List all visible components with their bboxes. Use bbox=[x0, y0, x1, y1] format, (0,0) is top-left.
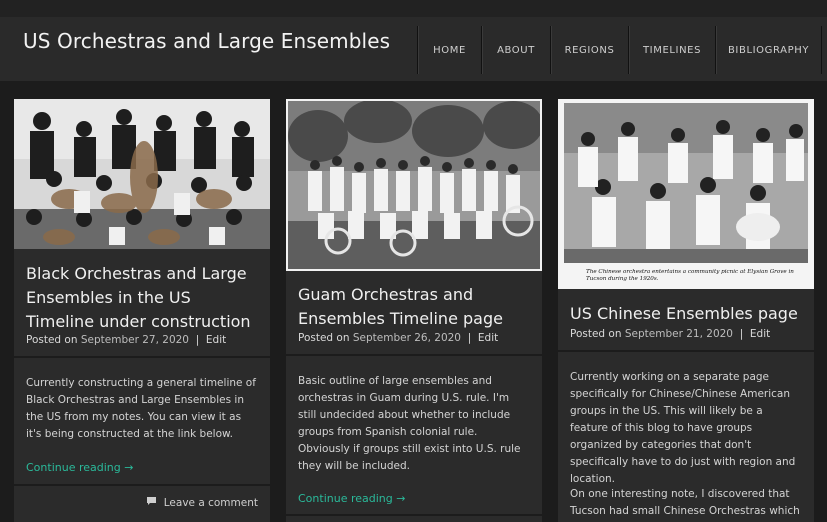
post-excerpt-continued: On one interesting note, I discovered th… bbox=[570, 488, 800, 517]
nav-bibliography[interactable]: BIBLIOGRAPHY bbox=[715, 26, 822, 74]
meta-separator: | bbox=[195, 334, 200, 346]
main-nav: HOME ABOUT REGIONS TIMELINES BIBLIOGRAPH… bbox=[417, 26, 822, 74]
post-card-chinese-ensembles: The Chinese orchestra entertains a commu… bbox=[558, 99, 814, 522]
leave-comment-label: Leave a comment bbox=[163, 496, 258, 509]
post-title[interactable]: US Chinese Ensembles page bbox=[570, 302, 804, 326]
post-excerpt: Currently working on a separate page spe… bbox=[570, 371, 796, 485]
meta-separator: | bbox=[739, 328, 744, 340]
nav-regions[interactable]: REGIONS bbox=[550, 26, 628, 74]
post-title[interactable]: Guam Orchestras and Ensembles Timeline p… bbox=[298, 283, 532, 331]
divider bbox=[286, 354, 542, 356]
continue-reading-link[interactable]: Continue reading → bbox=[26, 461, 133, 474]
posted-on-label: Posted on bbox=[26, 334, 78, 346]
posted-on-label: Posted on bbox=[570, 328, 622, 340]
post-date[interactable]: September 27, 2020 bbox=[81, 334, 189, 346]
post-excerpt: Basic outline of large ensembles and orc… bbox=[298, 375, 521, 472]
post-image[interactable] bbox=[286, 99, 542, 271]
site-title[interactable]: US Orchestras and Large Ensembles bbox=[23, 29, 390, 53]
image-caption-line: Tucson during the 1920s. bbox=[586, 276, 659, 282]
post-image[interactable]: The Chinese orchestra entertains a commu… bbox=[558, 99, 814, 289]
posted-on-label: Posted on bbox=[298, 332, 350, 344]
edit-link[interactable]: Edit bbox=[478, 332, 498, 344]
post-image[interactable] bbox=[14, 99, 270, 249]
image-caption: The Chinese orchestra entertains a commu… bbox=[586, 269, 794, 283]
leave-comment-link[interactable]: Leave a comment bbox=[146, 496, 258, 509]
post-title[interactable]: Black Orchestras and Large Ensembles in … bbox=[26, 262, 260, 334]
post-card-guam-orchestras: Guam Orchestras and Ensembles Timeline p… bbox=[286, 99, 542, 522]
post-meta: Posted on September 27, 2020 | Edit bbox=[26, 334, 226, 346]
post-excerpt: Currently constructing a general timelin… bbox=[26, 377, 256, 440]
post-date[interactable]: September 26, 2020 bbox=[353, 332, 461, 344]
divider bbox=[558, 350, 814, 352]
site-header: US Orchestras and Large Ensembles HOME A… bbox=[0, 17, 827, 81]
nav-timelines[interactable]: TIMELINES bbox=[628, 26, 715, 74]
meta-separator: | bbox=[467, 332, 472, 344]
post-meta: Posted on September 26, 2020 | Edit bbox=[298, 332, 498, 344]
nav-home[interactable]: HOME bbox=[417, 26, 481, 74]
speech-bubble-icon bbox=[146, 496, 157, 509]
image-caption-line: The Chinese orchestra entertains a commu… bbox=[586, 269, 794, 275]
nav-about[interactable]: ABOUT bbox=[481, 26, 550, 74]
post-meta: Posted on September 21, 2020 | Edit bbox=[570, 328, 770, 340]
divider bbox=[14, 356, 270, 358]
post-card-black-orchestras: Black Orchestras and Large Ensembles in … bbox=[14, 99, 270, 522]
edit-link[interactable]: Edit bbox=[750, 328, 770, 340]
edit-link[interactable]: Edit bbox=[206, 334, 226, 346]
divider bbox=[286, 514, 542, 516]
post-date[interactable]: September 21, 2020 bbox=[625, 328, 733, 340]
continue-reading-link[interactable]: Continue reading → bbox=[298, 492, 405, 505]
top-bar bbox=[0, 0, 827, 17]
divider bbox=[14, 484, 270, 486]
